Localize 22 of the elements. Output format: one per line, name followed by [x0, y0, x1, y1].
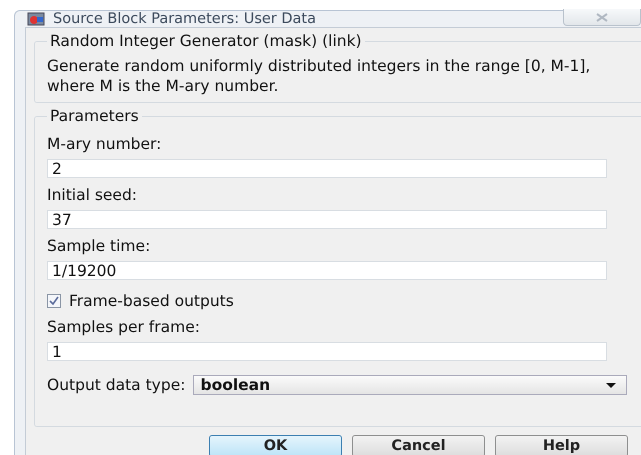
input-field[interactable]: 1 — [47, 342, 607, 361]
caret-icon — [606, 382, 616, 388]
window-title: Source Block Parameters: User Data — [53, 11, 316, 27]
dialog-button[interactable]: OK — [209, 435, 342, 455]
close-icon — [595, 12, 609, 22]
checkbox[interactable] — [47, 294, 61, 308]
field-label: Output data type: — [47, 376, 186, 394]
app-icon — [27, 12, 45, 26]
field-label: M-ary number: — [47, 135, 162, 153]
block-title: Random Integer Generator (mask) (link) — [49, 32, 363, 50]
field-label: Sample time: — [47, 237, 152, 255]
input-field[interactable]: 37 — [47, 210, 607, 229]
dropdown[interactable]: boolean — [193, 375, 627, 395]
dialog-button[interactable]: Help — [495, 435, 628, 455]
input-field[interactable]: 1/19200 — [47, 261, 607, 280]
dialog-button[interactable]: Cancel — [352, 435, 485, 455]
field-label: Samples per frame: — [47, 318, 201, 336]
checkbox-label: Frame-based outputs — [69, 292, 234, 310]
field-label: Initial seed: — [47, 186, 138, 204]
input-field[interactable]: 2 — [47, 159, 607, 178]
parameters-title: Parameters — [49, 107, 140, 125]
block-description: Generate random uniformly distributed integers in the range [0, M-1], where M is the M-ary number. — [47, 56, 592, 96]
